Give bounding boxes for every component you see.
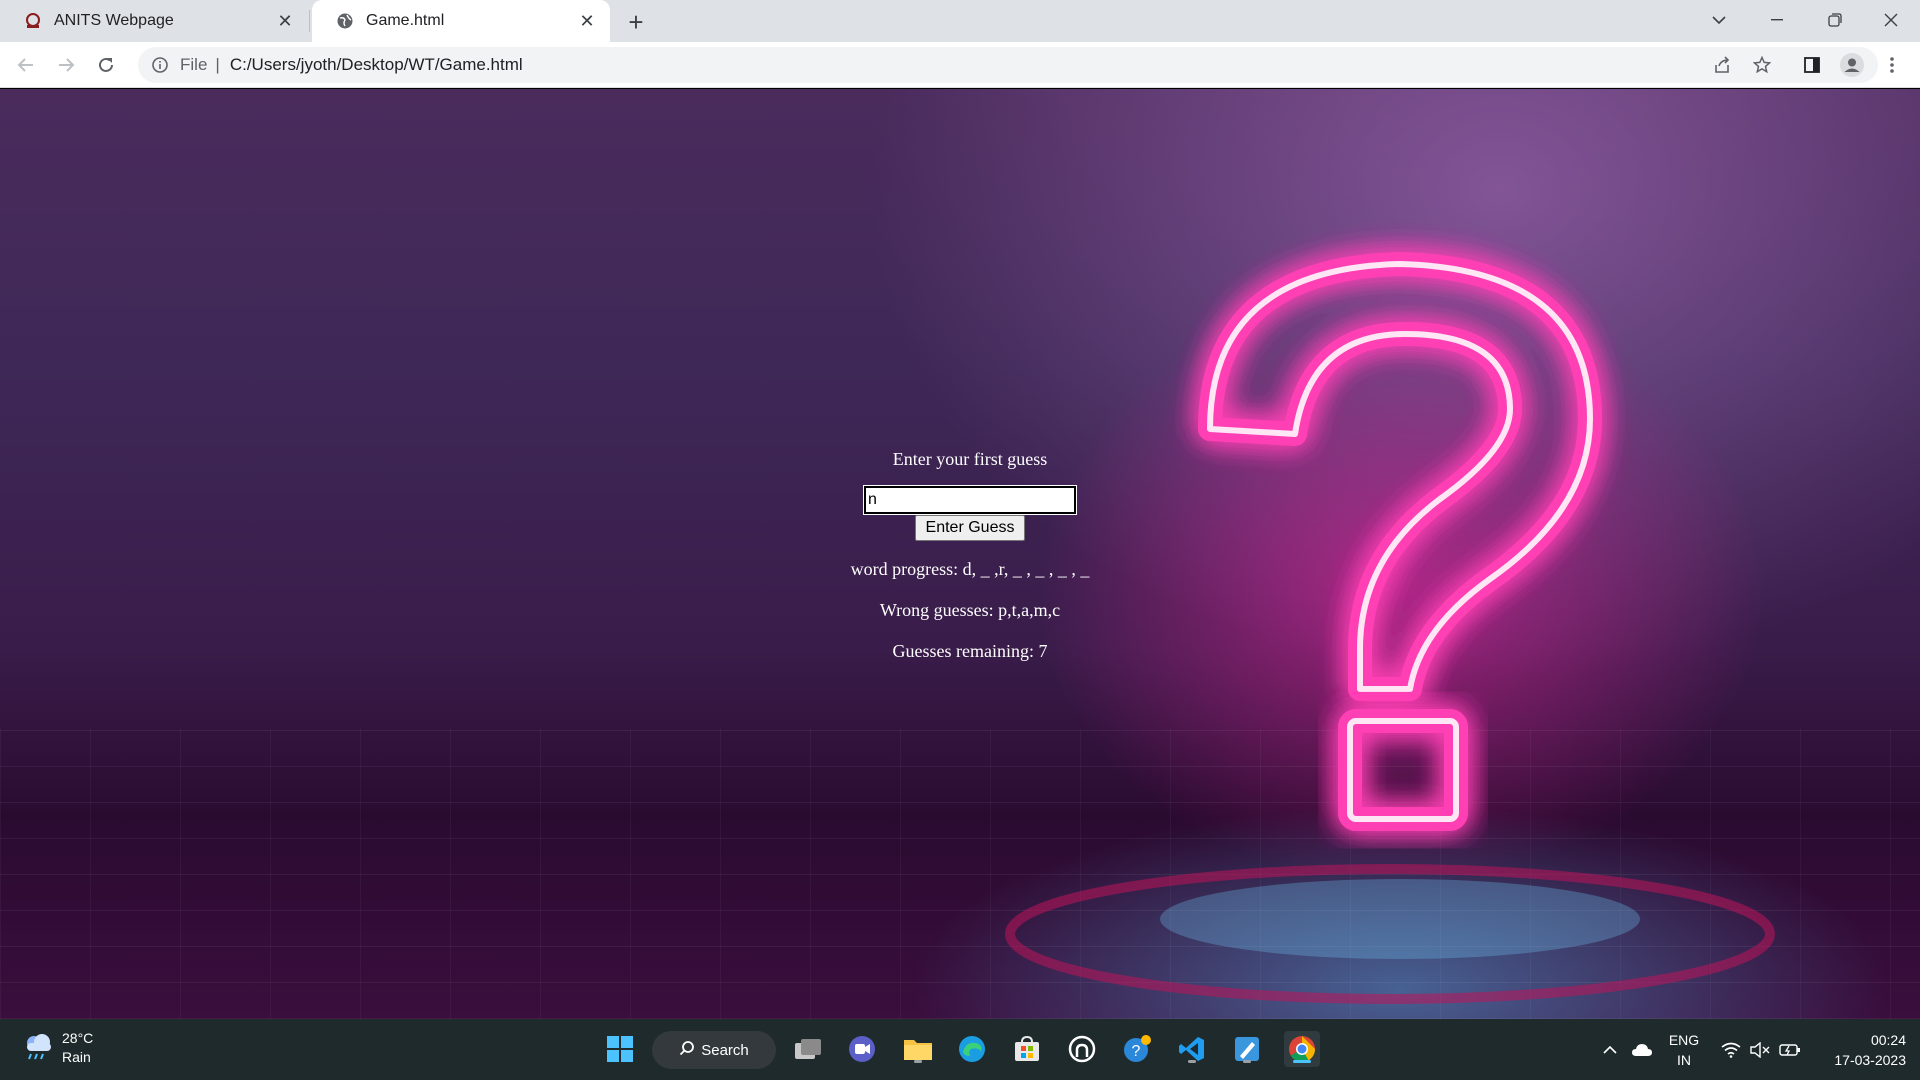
active-indicator xyxy=(1293,1060,1311,1063)
vscode-icon[interactable] xyxy=(1174,1031,1210,1067)
side-panel-icon[interactable] xyxy=(1796,49,1828,81)
menu-kebab-icon[interactable] xyxy=(1876,49,1908,81)
reload-icon[interactable] xyxy=(90,49,122,81)
start-windows-icon[interactable] xyxy=(602,1031,638,1067)
close-tab-icon[interactable]: ✕ xyxy=(274,10,296,32)
running-indicator xyxy=(914,1060,922,1063)
guess-prompt: Enter your first guess xyxy=(892,449,1048,469)
paint-app-icon[interactable] xyxy=(1229,1031,1265,1067)
language-region: IN xyxy=(1677,1051,1691,1068)
guesses-remaining: Guesses remaining: 7 xyxy=(892,641,1048,661)
svg-text:?: ? xyxy=(1132,1043,1141,1060)
anits-logo-icon xyxy=(24,12,42,30)
close-tab-icon[interactable]: ✕ xyxy=(576,10,598,32)
teams-chat-icon[interactable] xyxy=(844,1031,880,1067)
weather-widget[interactable]: 28°C Rain xyxy=(22,1029,93,1067)
tab-title: Game.html xyxy=(366,12,445,29)
wrong-guesses: Wrong guesses: p,t,a,m,c xyxy=(879,600,1061,620)
tab-search-icon[interactable] xyxy=(1690,0,1748,40)
share-icon[interactable] xyxy=(1706,49,1738,81)
get-help-icon[interactable]: ? xyxy=(1119,1031,1155,1067)
forward-icon[interactable] xyxy=(50,49,82,81)
address-bar[interactable]: File | C:/Users/jyoth/Desktop/WT/Game.ht… xyxy=(138,47,1878,83)
onedrive-cloud-icon[interactable] xyxy=(1628,1019,1656,1080)
word-progress: word progress: d, _ ,r, _ , _ , _ , _ xyxy=(850,559,1090,579)
globe-icon xyxy=(336,12,354,30)
weather-temp: 28°C xyxy=(62,1030,94,1046)
wifi-icon[interactable] xyxy=(1718,1019,1744,1080)
microsoft-store-icon[interactable] xyxy=(1009,1031,1045,1067)
hangman-game-panel: Enter your first guess Enter Guess word … xyxy=(770,449,1170,662)
running-indicator xyxy=(1243,1060,1251,1063)
enter-guess-button[interactable]: Enter Guess xyxy=(915,515,1025,541)
show-hidden-icons-chevron-icon[interactable] xyxy=(1598,1019,1622,1080)
tab-divider xyxy=(309,10,310,32)
clock-date: 17-03-2023 xyxy=(1834,1051,1906,1068)
close-window-icon[interactable] xyxy=(1862,0,1920,40)
windows-taskbar: 28°C Rain Search ? ENG IN 00:24 17-03-20… xyxy=(0,1019,1920,1080)
page-viewport: Enter your first guess Enter Guess word … xyxy=(0,89,1920,1019)
new-tab-button[interactable]: + xyxy=(620,6,652,38)
rain-cloud-icon xyxy=(22,1031,54,1066)
system-clock[interactable]: 00:24 17-03-2023 xyxy=(1810,1019,1906,1080)
url-scheme: File xyxy=(180,55,208,74)
weather-condition: Rain xyxy=(62,1049,91,1065)
chrome-icon[interactable] xyxy=(1284,1031,1320,1067)
tab-game-html[interactable]: Game.html ✕ xyxy=(312,0,610,42)
search-icon xyxy=(679,1040,695,1060)
info-icon[interactable] xyxy=(150,55,170,75)
task-view-icon[interactable] xyxy=(790,1031,826,1067)
tab-strip: ANITS Webpage ✕ Game.html ✕ + xyxy=(0,0,1920,42)
github-app-icon[interactable] xyxy=(1064,1031,1100,1067)
browser-toolbar: File | C:/Users/jyoth/Desktop/WT/Game.ht… xyxy=(0,42,1920,88)
tab-anits-webpage[interactable]: ANITS Webpage ✕ xyxy=(0,0,308,42)
volume-muted-icon[interactable] xyxy=(1748,1019,1772,1080)
search-label: Search xyxy=(701,1041,749,1059)
edge-browser-icon[interactable] xyxy=(954,1031,990,1067)
back-icon[interactable] xyxy=(10,49,42,81)
bookmark-star-icon[interactable] xyxy=(1746,49,1778,81)
file-explorer-icon[interactable] xyxy=(900,1031,936,1067)
url-text[interactable]: C:/Users/jyoth/Desktop/WT/Game.html xyxy=(230,55,523,75)
language-indicator[interactable]: ENG IN xyxy=(1662,1019,1706,1080)
tab-title: ANITS Webpage xyxy=(54,12,174,29)
clock-time: 00:24 xyxy=(1870,1031,1906,1048)
language-code: ENG xyxy=(1668,1031,1700,1048)
guess-input[interactable] xyxy=(863,485,1077,515)
battery-icon[interactable] xyxy=(1776,1019,1804,1080)
minimize-icon[interactable] xyxy=(1748,0,1806,40)
running-indicator xyxy=(1188,1060,1196,1063)
profile-avatar-icon[interactable] xyxy=(1836,49,1868,81)
restore-icon[interactable] xyxy=(1806,0,1864,40)
url-divider: | xyxy=(215,55,220,74)
taskbar-search[interactable]: Search xyxy=(652,1031,776,1069)
